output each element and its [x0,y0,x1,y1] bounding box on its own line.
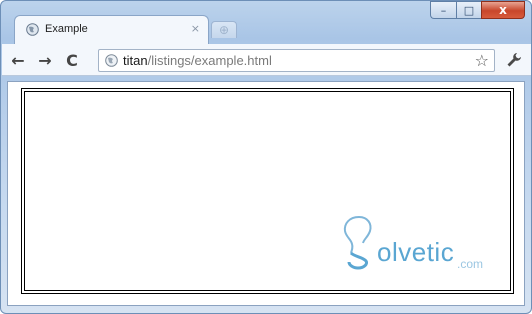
address-path: /listings/example.html [147,53,272,68]
tab-title: Example [45,23,88,35]
lightbulb-icon [343,216,372,270]
back-button[interactable]: ← [8,50,28,70]
solvetic-watermark: olvetic .com [339,213,499,275]
wrench-icon [507,53,521,67]
address-host: titan [123,53,148,68]
bookmark-star-icon[interactable]: ☆ [475,51,489,70]
globe-icon [105,54,118,67]
tab-example[interactable]: Example × [14,15,209,45]
reload-button[interactable]: C [62,50,82,70]
maximize-button[interactable]: □ [456,1,481,19]
window-caption-buttons: – □ x [430,1,525,20]
browser-window: – □ x Example × ⊕ ← → C titan/listings/e… [0,0,532,314]
watermark-word: olvetic [377,237,455,267]
globe-icon [26,23,39,36]
address-url: titan/listings/example.html [123,53,272,68]
wrench-menu-button[interactable] [504,50,524,70]
close-window-button[interactable]: x [481,1,525,19]
tab-close-icon[interactable]: × [191,22,200,35]
address-bar[interactable]: titan/listings/example.html ☆ [98,49,495,72]
toolbar: ← → C titan/listings/example.html ☆ [2,44,531,76]
minimize-button[interactable]: – [430,1,456,19]
new-tab-button[interactable]: ⊕ [211,21,237,38]
watermark-suffix: .com [457,257,484,271]
forward-button[interactable]: → [35,50,55,70]
